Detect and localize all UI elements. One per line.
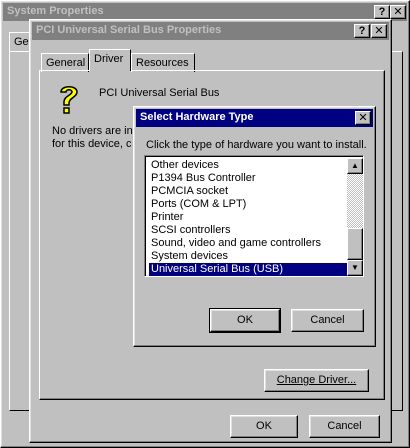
help-button[interactable]: ? — [354, 24, 370, 38]
select-hardware-title: Select Hardware Type — [140, 111, 254, 123]
list-item-selected[interactable]: Universal Serial Bus (USB) — [148, 262, 347, 276]
change-driver-button[interactable]: Change Driver... — [264, 369, 369, 392]
list-item[interactable]: Ports (COM & LPT) — [149, 198, 347, 211]
device-name: PCI Universal Serial Bus — [99, 87, 220, 99]
question-mark-icon — [52, 81, 86, 115]
list-item[interactable]: Other devices — [149, 159, 347, 172]
driver-info-line-1: No drivers are in — [52, 125, 133, 137]
hardware-type-list[interactable]: Other devices P1394 Bus Controller PCMCI… — [144, 155, 364, 277]
usb-properties-titlebar[interactable]: PCI Universal Serial Bus Properties ? ✕ — [32, 22, 389, 40]
list-viewport: Other devices P1394 Bus Controller PCMCI… — [147, 158, 347, 276]
system-properties-title: System Properties — [7, 5, 104, 17]
scroll-up-arrow-icon[interactable]: ▲ — [347, 158, 363, 174]
list-item[interactable]: PCMCIA socket — [149, 185, 347, 198]
cancel-button[interactable]: Cancel — [309, 415, 380, 438]
close-button[interactable]: ✕ — [371, 24, 387, 38]
scroll-down-arrow-icon[interactable]: ▼ — [347, 260, 363, 276]
help-button[interactable]: ? — [374, 5, 390, 19]
hardware-prompt: Click the type of hardware you want to i… — [146, 139, 367, 151]
scroll-thumb[interactable] — [347, 228, 363, 260]
close-button[interactable]: ✕ — [390, 5, 406, 19]
select-hardware-titlebar[interactable]: Select Hardware Type ✕ — [136, 109, 373, 127]
driver-info-line-2: for this device, c — [52, 138, 132, 150]
list-item[interactable]: Sound, video and game controllers — [149, 237, 347, 250]
tab-driver[interactable]: Driver — [89, 49, 131, 71]
ok-button[interactable]: OK — [209, 308, 281, 333]
close-button[interactable]: ✕ — [355, 111, 371, 125]
cancel-button[interactable]: Cancel — [291, 309, 364, 332]
list-item[interactable]: Printer — [149, 211, 347, 224]
list-item[interactable]: P1394 Bus Controller — [149, 172, 347, 185]
select-hardware-dialog: Select Hardware Type ✕ Click the type of… — [133, 106, 376, 347]
ok-button[interactable]: OK — [230, 415, 298, 438]
list-item[interactable]: System devices — [149, 250, 347, 263]
usb-properties-title: PCI Universal Serial Bus Properties — [36, 24, 222, 36]
vertical-scrollbar[interactable]: ▲ ▼ — [347, 158, 363, 276]
list-item[interactable]: SCSI controllers — [149, 224, 347, 237]
